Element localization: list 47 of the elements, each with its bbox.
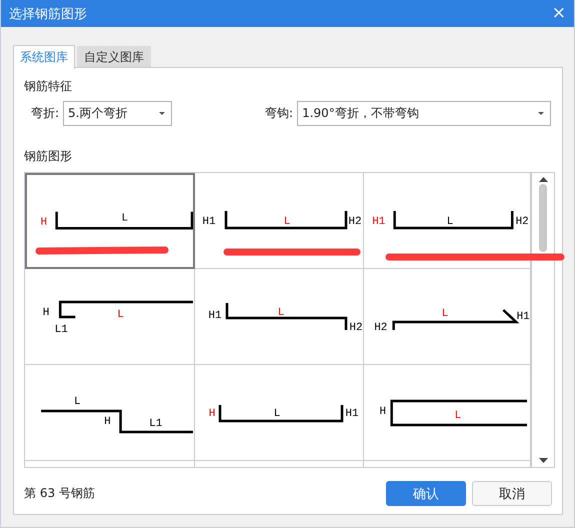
shape-tile[interactable]: H L — [364, 365, 531, 461]
dimension-label: L1 — [54, 324, 68, 336]
tab[interactable]: 自定义图库 — [77, 46, 151, 68]
dimension-label: H — [40, 216, 48, 228]
dimension-label: L — [442, 308, 448, 320]
tab[interactable]: 系统图库 — [13, 45, 75, 69]
status-text: 第 63 号钢筋 — [24, 485, 96, 502]
shape-tile[interactable]: H1 L H2 — [195, 173, 364, 269]
dimension-label: L — [274, 408, 280, 420]
shape-tile[interactable]: L H L1 — [25, 365, 195, 461]
dimension-label: L — [446, 216, 454, 228]
shape-tile[interactable]: H2 L H1 — [364, 269, 531, 365]
cancel-button[interactable]: 取消 — [472, 481, 552, 506]
window-title: 选择钢筋图形 — [9, 6, 87, 22]
hook-dropdown[interactable]: 1.90°弯折，不带弯钩 — [297, 101, 552, 126]
close-button[interactable]: × — [552, 5, 566, 22]
dimension-label: H — [42, 306, 50, 319]
dimension-label: H1 — [516, 310, 530, 323]
shape-tile[interactable]: H L H1 — [195, 365, 364, 461]
shape-tile[interactable]: H1 L H2 — [364, 173, 531, 269]
field-label: 弯折: — [31, 105, 60, 122]
dimension-label: H — [208, 408, 216, 420]
section-heading: 钢筋特征 — [24, 78, 73, 95]
shape-tile[interactable]: H L L1 — [25, 269, 195, 365]
shape-tile[interactable]: H1 L H2 — [195, 269, 364, 365]
dimension-label: H2 — [348, 216, 362, 228]
dimension-label: H2 — [516, 216, 529, 228]
dimension-label: H2 — [349, 322, 363, 334]
confirm-button[interactable]: 确认 — [386, 481, 466, 506]
dimension-label: H1 — [372, 216, 386, 228]
dimension-label: H2 — [374, 322, 388, 334]
dimension-label: L — [278, 306, 284, 319]
dimension-label: L — [117, 308, 124, 321]
dimension-label: H1 — [208, 310, 222, 322]
bend-dropdown[interactable]: 5.两个弯折 — [63, 101, 172, 126]
dimension-label: H1 — [202, 216, 216, 228]
shape-tile[interactable]: H L — [25, 173, 195, 269]
dimension-label: L — [454, 410, 462, 422]
dimension-label: H1 — [345, 408, 359, 420]
dimension-label: H — [104, 416, 111, 428]
field-label: 弯钩: — [265, 105, 294, 122]
dimension-label: L — [122, 212, 128, 224]
dimension-label: L — [74, 396, 81, 408]
section-heading: 钢筋图形 — [24, 148, 73, 165]
dimension-label: H — [380, 406, 386, 418]
dimension-label: L — [284, 216, 290, 228]
dimension-label: L1 — [149, 418, 162, 430]
